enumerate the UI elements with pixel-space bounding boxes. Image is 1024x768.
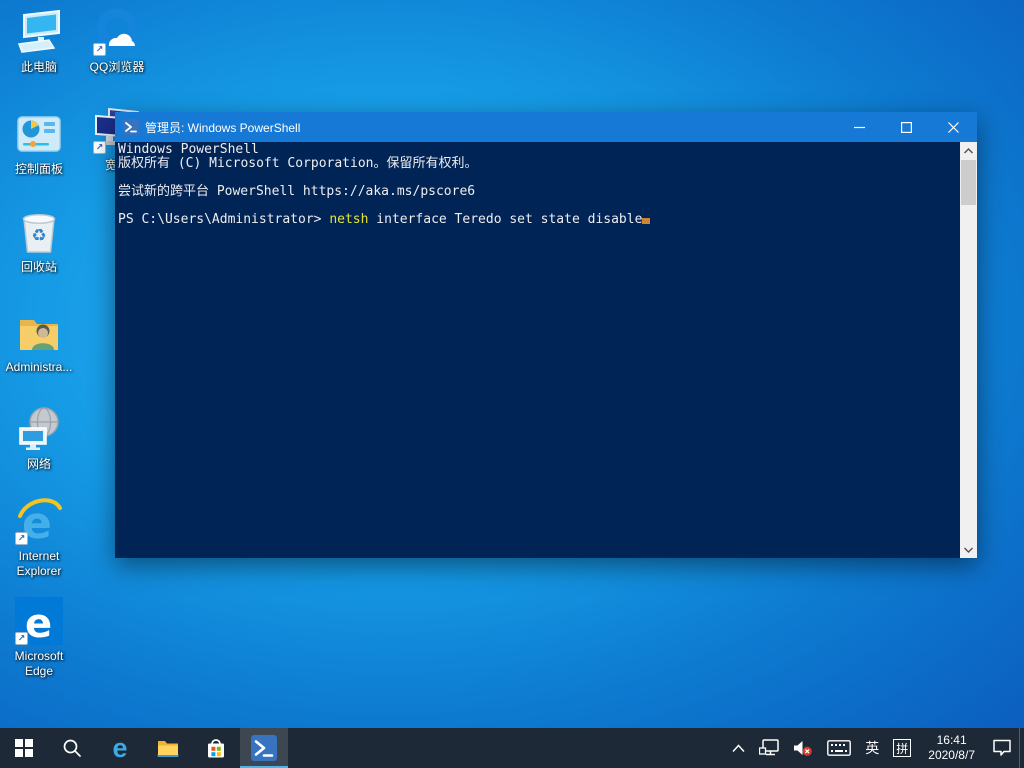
command-keyword: netsh [329, 212, 368, 227]
windows-logo-icon [15, 739, 33, 757]
scroll-down-icon[interactable] [960, 541, 977, 558]
microsoft-edge-icon: e ↗ [15, 597, 63, 645]
taskbar-powershell-button[interactable] [240, 728, 288, 768]
network-tray-button[interactable] [752, 728, 786, 768]
desktop-icon-control-panel[interactable]: 控制面板 [0, 110, 78, 177]
command-text: interface Teredo set state disable [368, 212, 642, 227]
network-globe-icon [15, 405, 63, 453]
desktop-icon-qq-browser[interactable]: ↗ QQ浏览器 [78, 8, 156, 75]
desktop-icon-label: Internet Explorer [0, 549, 78, 579]
svg-text:e: e [25, 601, 52, 645]
close-button[interactable] [930, 112, 977, 142]
desktop-icon-internet-explorer[interactable]: e ↗ Internet Explorer [0, 497, 78, 579]
desktop-icon-label: 网络 [0, 457, 78, 472]
action-center-button[interactable] [985, 728, 1019, 768]
console-line: 版权所有 (C) Microsoft Corporation。保留所有权利。 [118, 157, 957, 171]
chevron-up-icon [732, 744, 745, 753]
taskbar-empty-area [288, 728, 725, 768]
desktop-icon-label: QQ浏览器 [78, 60, 156, 75]
console-line [118, 199, 957, 213]
desktop-icon-administrator-folder[interactable]: Administra... [0, 308, 78, 375]
start-button[interactable] [0, 728, 48, 768]
taskbar-edge-button[interactable]: e [96, 728, 144, 768]
desktop: 此电脑 控制面板 ♻ 回收站 [0, 0, 1024, 768]
window-titlebar[interactable]: 管理员: Windows PowerShell [115, 112, 977, 142]
prompt-text: PS C:\Users\Administrator> [118, 212, 329, 227]
shortcut-arrow-icon: ↗ [15, 632, 28, 645]
desktop-icon-network[interactable]: 网络 [0, 405, 78, 472]
internet-explorer-icon: e ↗ [15, 497, 63, 545]
desktop-icon-label: Administra... [0, 360, 78, 375]
edge-icon: e [112, 735, 127, 762]
folder-icon [156, 736, 180, 760]
shortcut-arrow-icon: ↗ [15, 532, 28, 545]
desktop-icon-recycle-bin[interactable]: ♻ 回收站 [0, 208, 78, 275]
clock-time: 16:41 [937, 733, 967, 748]
minimize-button[interactable] [836, 112, 883, 142]
powershell-window: 管理员: Windows PowerShell Windows PowerShe… [115, 112, 977, 558]
scroll-up-icon[interactable] [960, 142, 977, 159]
desktop-icon-label: Microsoft Edge [0, 649, 78, 679]
powershell-icon [123, 119, 139, 135]
clock[interactable]: 16:41 2020/8/7 [918, 728, 985, 768]
ime-pinyin-badge: 拼 [893, 739, 911, 757]
volume-tray-button[interactable] [786, 728, 820, 768]
shortcut-arrow-icon: ↗ [93, 43, 106, 56]
search-icon [62, 738, 82, 758]
svg-text:♻: ♻ [31, 226, 46, 245]
powershell-icon [251, 735, 277, 761]
text-cursor [642, 218, 650, 224]
ime-mode-button[interactable]: 拼 [886, 728, 918, 768]
search-button[interactable] [48, 728, 96, 768]
scrollbar[interactable] [960, 142, 977, 558]
action-center-icon [992, 739, 1012, 757]
touch-keyboard-icon [827, 740, 851, 756]
network-icon [759, 739, 779, 757]
desktop-icon-label: 回收站 [0, 260, 78, 275]
desktop-icon-this-pc[interactable]: 此电脑 [0, 8, 78, 75]
clock-date: 2020/8/7 [928, 748, 975, 763]
qq-browser-icon: ↗ [93, 8, 141, 56]
console-line [118, 171, 957, 185]
shortcut-arrow-icon: ↗ [93, 141, 106, 154]
window-title: 管理员: Windows PowerShell [145, 119, 836, 136]
taskbar-file-explorer-button[interactable] [144, 728, 192, 768]
taskbar-store-button[interactable] [192, 728, 240, 768]
powershell-console[interactable]: Windows PowerShell 版权所有 (C) Microsoft Co… [115, 142, 977, 558]
show-desktop-button[interactable] [1019, 728, 1024, 768]
scrollbar-thumb[interactable] [961, 160, 976, 205]
desktop-icon-microsoft-edge[interactable]: e ↗ Microsoft Edge [0, 597, 78, 679]
desktop-icon-label: 此电脑 [0, 60, 78, 75]
control-panel-icon [15, 110, 63, 158]
console-line: Windows PowerShell [118, 143, 957, 157]
console-line: 尝试新的跨平台 PowerShell https://aka.ms/pscore… [118, 185, 957, 199]
touch-keyboard-button[interactable] [820, 728, 858, 768]
store-bag-icon [204, 736, 228, 760]
user-folder-icon [15, 308, 63, 356]
ime-language-button[interactable]: 英 [858, 728, 886, 768]
this-pc-icon [15, 8, 63, 56]
recycle-bin-icon: ♻ [15, 208, 63, 256]
hidden-icons-button[interactable] [725, 728, 752, 768]
maximize-button[interactable] [883, 112, 930, 142]
prompt-line: PS C:\Users\Administrator> netsh interfa… [118, 213, 957, 227]
volume-muted-icon [793, 740, 813, 757]
taskbar: e [0, 728, 1024, 768]
console-output: Windows PowerShell 版权所有 (C) Microsoft Co… [118, 143, 957, 227]
desktop-icon-label: 控制面板 [0, 162, 78, 177]
